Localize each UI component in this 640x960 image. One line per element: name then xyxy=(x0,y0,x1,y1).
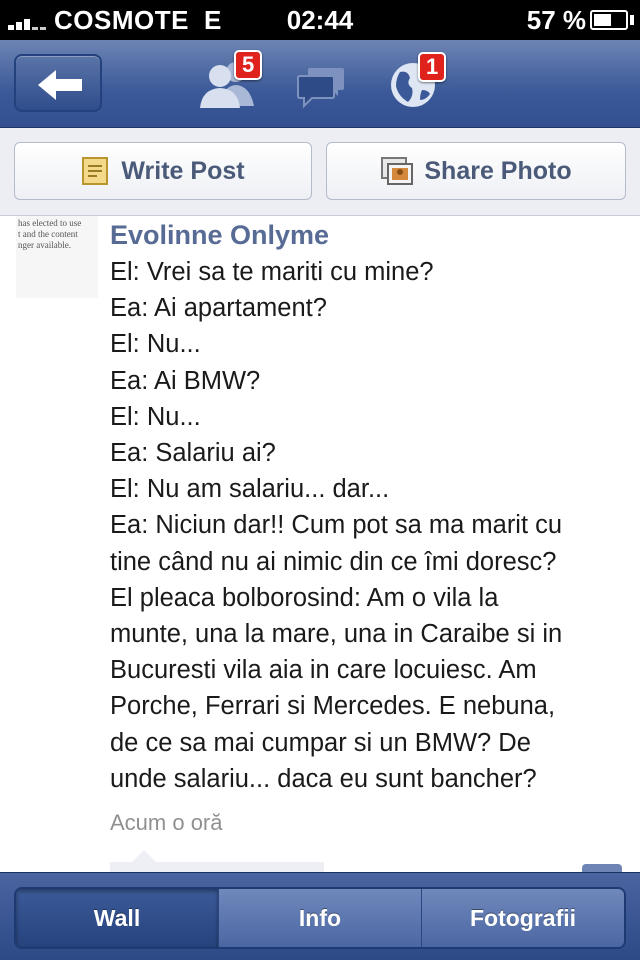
battery-tip xyxy=(630,15,634,25)
tab-wall[interactable]: Wall xyxy=(16,889,219,947)
wall-post: has elected to use t and the content nge… xyxy=(0,216,640,872)
friend-requests-badge: 5 xyxy=(234,50,263,80)
avatar-caption-line: t and the content xyxy=(18,229,78,239)
tab-segments: Wall Info Fotografii xyxy=(14,887,626,949)
post-line: Ea: Niciun dar!! Cum pot sa ma marit cu xyxy=(110,511,563,540)
post-line: de ce sa mai cumpar si un BMW? De xyxy=(110,728,531,757)
post-line: tine când nu ai nimic din ce îmi doresc? xyxy=(110,547,557,576)
messages-icon xyxy=(297,68,344,109)
nav-bar: 5 1 xyxy=(0,40,640,128)
post-line: El: Nu am salariu... dar... xyxy=(110,475,390,504)
action-bar: Write Post Share Photo xyxy=(0,128,640,216)
author-avatar[interactable]: has elected to use t and the content nge… xyxy=(16,216,98,298)
post-line: Ea: Ai BMW? xyxy=(110,366,261,395)
write-post-label: Write Post xyxy=(121,156,245,185)
share-photo-button[interactable]: Share Photo xyxy=(326,142,626,200)
avatar-caption-line: nger available. xyxy=(18,240,71,250)
post-line: El: Nu... xyxy=(110,330,201,359)
comment-area[interactable] xyxy=(110,850,324,872)
post-line: Bucuresti vila aia in care locuiesc. Am xyxy=(110,656,537,685)
post-line: El: Vrei sa te mariti cu mine? xyxy=(110,258,434,286)
avatar-caption-line: has elected to use xyxy=(18,218,82,228)
back-arrow-icon xyxy=(38,70,82,100)
post-body: El: Vrei sa te mariti cu mine? Ea: Ai ap… xyxy=(110,254,632,797)
tab-photos[interactable]: Fotografii xyxy=(422,889,624,947)
battery-percent: 57 % xyxy=(526,5,586,35)
share-photo-icon xyxy=(381,157,414,185)
post-line: unde salariu... daca eu sunt bancher? xyxy=(110,764,537,793)
tab-info[interactable]: Info xyxy=(219,889,422,947)
notifications-button[interactable]: 1 xyxy=(388,52,447,115)
tab-bar: Wall Info Fotografii xyxy=(0,872,640,960)
friend-requests-button[interactable]: 5 xyxy=(198,50,263,115)
post-line: El: Nu... xyxy=(110,402,201,431)
post-line: El pleaca bolborosind: Am o vila la xyxy=(110,583,499,612)
post-timestamp[interactable]: Acum o oră xyxy=(110,810,223,836)
messages-button[interactable] xyxy=(296,64,346,113)
write-post-icon xyxy=(82,157,109,185)
post-line: Porche, Ferrari si Mercedes. E nebuna, xyxy=(110,692,556,721)
post-line: Ea: Salariu ai? xyxy=(110,439,276,468)
post-author-name[interactable]: Evolinne Onlyme xyxy=(110,220,329,251)
status-bar: COSMOTE E 02:44 57 % xyxy=(0,0,640,40)
back-button[interactable] xyxy=(14,54,102,112)
post-line: munte, una la mare, una in Caraibe si in xyxy=(110,620,563,649)
post-line: Ea: Ai apartament? xyxy=(110,294,327,323)
notifications-badge: 1 xyxy=(418,52,447,82)
write-post-button[interactable]: Write Post xyxy=(14,142,312,200)
post-options-button[interactable] xyxy=(582,864,622,872)
battery-icon xyxy=(590,10,628,30)
share-photo-label: Share Photo xyxy=(424,156,572,185)
